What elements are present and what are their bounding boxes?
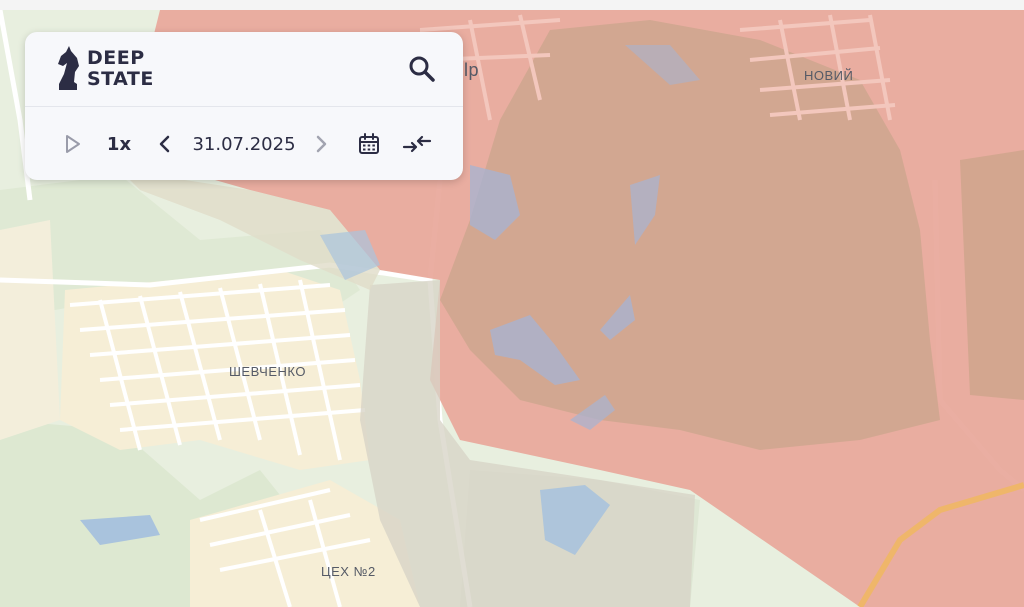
play-icon: [66, 135, 80, 153]
occupied-forest: [960, 150, 1024, 400]
logo-text: DEEP STATE: [87, 48, 154, 90]
date-display[interactable]: 31.07.2025: [185, 127, 303, 161]
control-panel: DEEP STATE 1x 31.07.2025: [25, 32, 463, 180]
speed-button[interactable]: 1x: [105, 127, 133, 161]
knight-icon: [58, 46, 79, 90]
panel-header: DEEP STATE: [25, 32, 463, 107]
map-label-shevchenko: ШЕВЧЕНКО: [229, 364, 306, 379]
calendar-button[interactable]: [355, 127, 383, 161]
search-button[interactable]: [407, 54, 437, 84]
next-day-button[interactable]: [309, 127, 333, 161]
top-edge-bar: [0, 0, 1024, 10]
map-label-noviy: НОВИЙ: [804, 68, 854, 83]
previous-day-button[interactable]: [153, 127, 177, 161]
timeline-controls: 1x 31.07.2025: [25, 107, 463, 180]
logo-line-2: STATE: [87, 68, 154, 90]
play-button[interactable]: [59, 127, 87, 161]
logo-line-1: DEEP: [87, 47, 145, 69]
compare-arrows-icon: [402, 135, 432, 153]
map-label-partial: lp: [464, 60, 480, 80]
chevron-left-icon: [159, 135, 170, 153]
map-label-tsekh-2: ЦЕХ №2: [321, 564, 376, 579]
calendar-icon: [359, 133, 379, 154]
deepstate-logo[interactable]: DEEP STATE: [55, 44, 154, 94]
search-icon: [409, 56, 435, 82]
compare-button[interactable]: [401, 127, 433, 161]
chevron-right-icon: [316, 135, 327, 153]
settlement-area: [0, 220, 60, 440]
